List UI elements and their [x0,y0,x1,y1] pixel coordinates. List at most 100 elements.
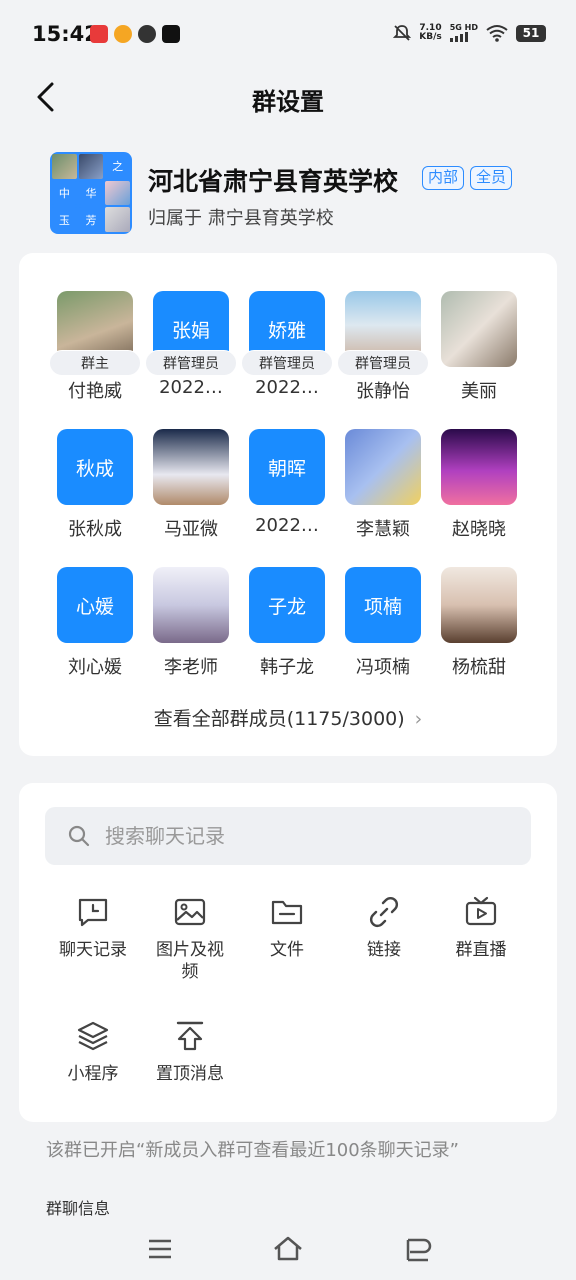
member-avatar: 项楠 [345,567,421,643]
tool-label: 小程序 [67,1064,119,1084]
status-bar: 15:42 7.10 KB/s 5G HD 51 [0,0,576,70]
image-icon [174,898,206,926]
netease-music-icon [90,25,108,43]
wifi-icon [486,25,508,42]
header: 群设置 [0,70,576,126]
member-avatar [441,291,517,367]
group-tag-internal: 内部 [422,166,465,190]
member-item[interactable]: 李老师 [143,567,239,687]
members-card: 群主 付艳威 张娟 群管理员 2022… 娇雅 群管理员 2022… 群管理员 张静怡 美丽 秋成 张秋… [19,253,557,756]
tool-label: 聊天记录 [59,940,127,960]
tool-label: 置顶消息 [156,1064,224,1084]
group-avatar-photo [105,207,130,232]
member-avatar: 朝晖 [249,429,325,505]
member-name: 李慧颖 [356,519,410,540]
member-name: 冯项楠 [356,657,410,678]
member-name: 杨梳甜 [452,657,506,678]
member-item[interactable]: 李慧颖 [335,429,431,549]
member-name: 付艳威 [68,381,122,402]
member-item[interactable]: 心媛 刘心媛 [47,567,143,687]
member-item[interactable]: 美丽 [431,291,527,411]
tool-group-live[interactable]: 群直播 [431,895,531,961]
member-item[interactable]: 张娟 群管理员 2022… [143,291,239,411]
member-name: 2022… [255,515,319,536]
tool-label: 链接 [367,940,401,960]
net-speed: 7.10 KB/s [419,23,442,42]
mute-bell-icon [393,25,412,41]
tool-links[interactable]: 链接 [334,895,434,961]
view-all-members-label: 查看全部群成员(1175/3000) [153,708,405,730]
group-belong-org: 肃宁县育英学校 [207,208,334,229]
member-item[interactable]: 群主 付艳威 [47,291,143,411]
member-item[interactable]: 杨梳甜 [431,567,527,687]
member-item[interactable]: 朝晖 2022… [239,429,335,549]
member-avatar: 子龙 [249,567,325,643]
member-item[interactable]: 马亚微 [143,429,239,549]
group-belong: 归属于 肃宁县育英学校 [148,204,334,230]
link-icon [370,897,398,927]
layers-icon [77,1021,109,1051]
member-avatar [345,429,421,505]
member-name: 马亚微 [164,519,218,540]
search-input[interactable] [105,807,505,865]
status-time: 15:42 [32,22,99,46]
pin-top-icon [176,1021,204,1051]
group-avatar-photo [52,154,77,179]
member-item[interactable]: 子龙 韩子龙 [239,567,335,687]
member-name: 美丽 [461,381,497,402]
home-icon[interactable] [271,1232,305,1266]
tool-pinned-messages[interactable]: 置顶消息 [140,1019,240,1085]
member-name: 刘心媛 [68,657,122,678]
member-role-badge: 群主 [49,350,141,376]
tool-files[interactable]: 文件 [237,895,337,961]
status-indicators: 7.10 KB/s 5G HD 51 [393,24,546,42]
member-avatar [441,567,517,643]
member-role-badge: 群管理员 [241,350,333,376]
tool-images-videos[interactable]: 图片及视频 [140,895,240,983]
chat-history-icon [78,898,108,927]
folder-icon [271,900,303,925]
member-item[interactable]: 赵晓晓 [431,429,527,549]
message-icon [138,25,156,43]
back-nav-icon[interactable] [400,1232,434,1266]
tool-mini-programs[interactable]: 小程序 [43,1019,143,1085]
search-icon [68,825,90,847]
tool-label: 文件 [270,940,304,960]
menu-icon[interactable] [143,1232,177,1266]
group-avatar-char: 之 [105,154,130,179]
live-tv-icon [465,896,497,926]
group-avatar-photo [105,180,130,206]
group-avatar-char: 玉 [52,207,77,232]
member-item[interactable]: 秋成 张秋成 [47,429,143,549]
status-app-icons [90,25,180,43]
group-avatar[interactable]: 之 中 华 玉 芳 [50,152,132,234]
group-info[interactable]: 之 中 华 玉 芳 河北省肃宁县育英学校 内部 全员 归属于 肃宁县育英学校 [50,152,550,236]
group-belong-prefix: 归属于 [148,208,202,229]
member-item[interactable]: 娇雅 群管理员 2022… [239,291,335,411]
member-item[interactable]: 项楠 冯项楠 [335,567,431,687]
system-navbar [0,1216,576,1280]
member-avatar [153,567,229,643]
member-role-badge: 群管理员 [145,350,237,376]
member-name: 2022… [255,377,319,398]
member-avatar [153,429,229,505]
group-tag-all-staff: 全员 [470,166,513,190]
signal-icon: 5G HD [449,24,478,42]
search-bar[interactable] [45,807,531,865]
member-name: 李老师 [164,657,218,678]
member-avatar: 心媛 [57,567,133,643]
member-name: 张秋成 [68,519,122,540]
member-item[interactable]: 群管理员 张静怡 [335,291,431,411]
group-avatar-char: 华 [78,180,104,206]
group-avatar-char: 中 [52,180,77,206]
group-avatar-photo [78,154,104,179]
member-name: 张静怡 [356,381,410,402]
tiktok-icon [162,25,180,43]
tool-chat-history[interactable]: 聊天记录 [43,895,143,961]
battery-icon: 51 [516,24,546,42]
page-title: 群设置 [252,88,324,116]
tool-label: 图片及视频 [156,940,224,982]
view-all-members-link[interactable]: 查看全部群成员(1175/3000) › [19,704,557,731]
member-role-badge: 群管理员 [337,350,429,376]
history-notice: 该群已开启“新成员入群可查看最近100条聊天记录” [46,1140,460,1161]
